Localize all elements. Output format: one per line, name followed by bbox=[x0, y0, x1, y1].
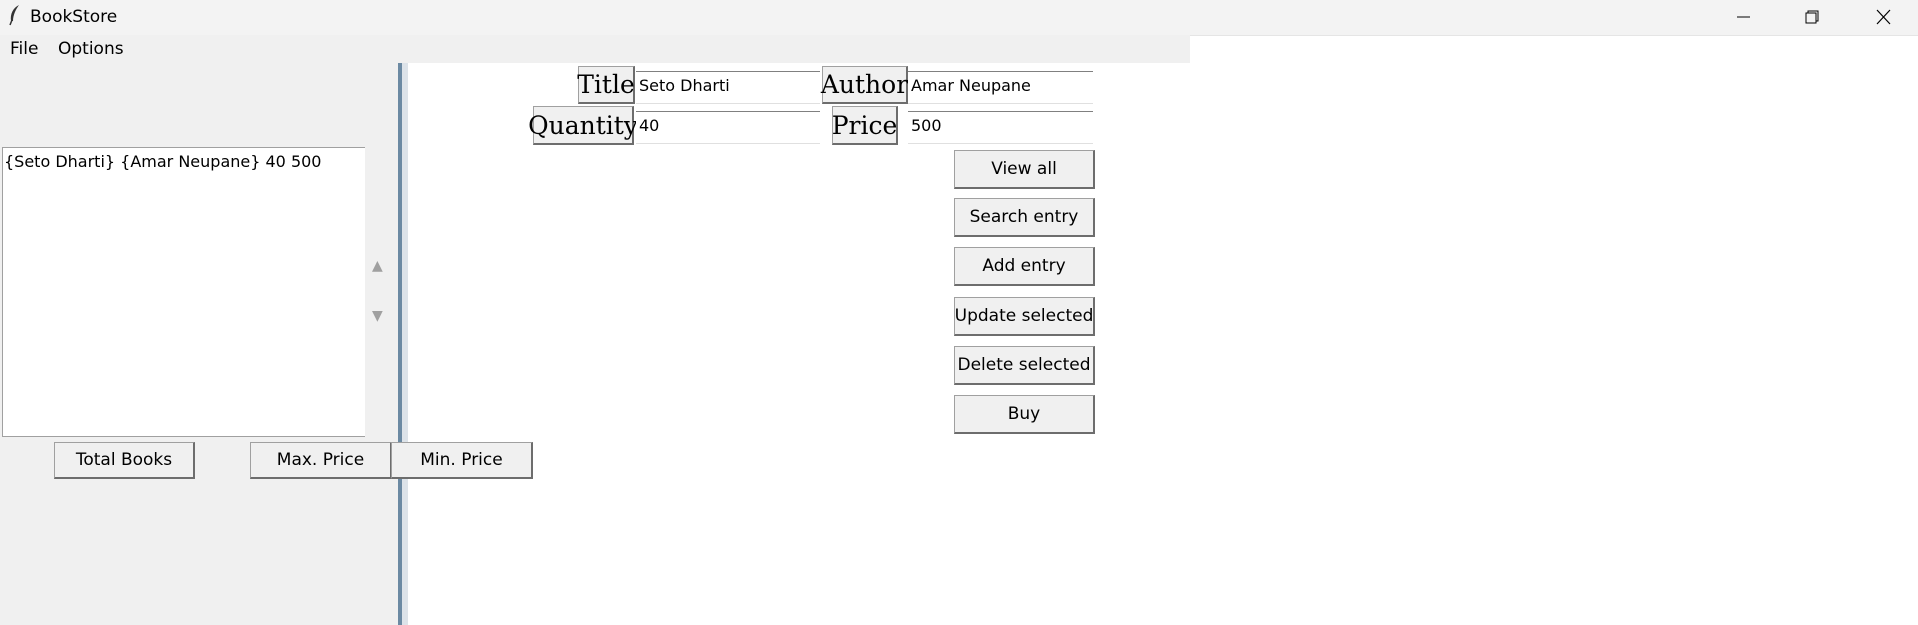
delete-selected-button[interactable]: Delete selected bbox=[954, 346, 1095, 385]
list-item[interactable]: {Seto Dharti} {Amar Neupane} 40 500 bbox=[4, 152, 321, 171]
menu-file[interactable]: File bbox=[10, 39, 38, 59]
menu-options[interactable]: Options bbox=[58, 39, 124, 59]
feather-icon bbox=[7, 4, 23, 31]
title-bar: BookStore bbox=[0, 0, 1918, 35]
price-field[interactable]: 500 bbox=[908, 111, 1093, 144]
total-books-button[interactable]: Total Books bbox=[54, 442, 195, 479]
search-entry-button[interactable]: Search entry bbox=[954, 198, 1095, 237]
buy-button[interactable]: Buy bbox=[954, 395, 1095, 434]
restore-icon bbox=[1805, 10, 1819, 24]
scroll-up-arrow-icon[interactable]: ▲ bbox=[372, 258, 383, 274]
update-selected-button[interactable]: Update selected bbox=[954, 297, 1095, 336]
window-title: BookStore bbox=[30, 7, 118, 27]
minimize-button[interactable] bbox=[1710, 0, 1778, 35]
quantity-label: Quantity bbox=[528, 106, 638, 145]
close-icon bbox=[1876, 9, 1891, 25]
panel-divider-shadow bbox=[402, 63, 408, 625]
title-label: Title bbox=[577, 66, 635, 104]
max-price-button[interactable]: Max. Price bbox=[250, 442, 392, 479]
min-price-button[interactable]: Min. Price bbox=[391, 442, 533, 479]
books-listbox[interactable]: {Seto Dharti} {Amar Neupane} 40 500 bbox=[2, 147, 365, 437]
view-all-button[interactable]: View all bbox=[954, 150, 1095, 189]
price-label: Price bbox=[832, 106, 898, 145]
author-label: Author bbox=[821, 66, 908, 104]
minimize-icon bbox=[1737, 16, 1750, 18]
add-entry-button[interactable]: Add entry bbox=[954, 247, 1095, 286]
quantity-field[interactable]: 40 bbox=[636, 111, 820, 144]
menu-divider bbox=[1190, 35, 1918, 36]
title-field[interactable]: Seto Dharti bbox=[636, 71, 820, 104]
restore-button[interactable] bbox=[1778, 0, 1846, 35]
close-button[interactable] bbox=[1850, 0, 1918, 35]
menu-bar: File Options bbox=[0, 35, 1190, 63]
scroll-down-arrow-icon[interactable]: ▼ bbox=[372, 308, 383, 324]
author-field[interactable]: Amar Neupane bbox=[908, 71, 1093, 104]
